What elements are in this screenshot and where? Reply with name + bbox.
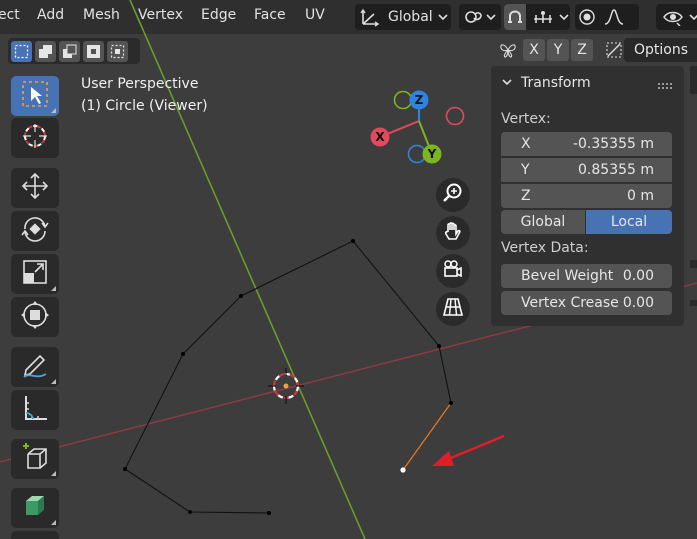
drag-grip-icon[interactable]	[658, 79, 672, 95]
3d-cursor-icon	[268, 368, 304, 404]
vertex-crease-field[interactable]: Vertex Crease 0.00	[501, 291, 672, 315]
zoom-button[interactable]	[436, 178, 470, 212]
measure-ruler-icon	[20, 393, 50, 427]
bevel-weight-value: 0.00	[622, 268, 654, 284]
gizmo-y-label: Y	[427, 147, 437, 161]
select-difference-icon[interactable]	[83, 40, 104, 62]
viewport-title: User Perspective	[81, 76, 199, 92]
mesh-symmetry-group: X Y Z	[497, 38, 625, 62]
extrude-region-icon	[20, 491, 50, 525]
vertex-section-label: Vertex:	[501, 111, 551, 127]
tool-measure[interactable]	[11, 390, 59, 430]
camera-view-button[interactable]	[436, 254, 470, 288]
vertex-z-field[interactable]: Z 0 m	[501, 184, 672, 208]
mirror-y-button[interactable]: Y	[547, 39, 569, 61]
vertex	[188, 510, 192, 514]
selected-vertex	[400, 467, 406, 473]
mirror-x-button[interactable]: X	[523, 39, 545, 61]
select-intersect-icon[interactable]	[107, 40, 128, 62]
chevron-down-icon	[501, 75, 513, 91]
tool-move[interactable]	[11, 168, 59, 208]
vertex	[437, 344, 441, 348]
cursor-icon	[20, 121, 50, 155]
panel-title: Transform	[521, 75, 591, 91]
tool-transform[interactable]	[11, 297, 59, 337]
vertex	[351, 239, 355, 243]
tool-select-box[interactable]	[11, 76, 59, 116]
mirror-z-button[interactable]: Z	[571, 39, 593, 61]
tool-add-cube[interactable]	[11, 439, 59, 479]
options-label: Options	[634, 42, 689, 58]
transform-icon	[20, 300, 50, 334]
mesh-vertices	[123, 239, 453, 515]
tool-scale[interactable]	[11, 254, 59, 294]
sidebar-tab[interactable]	[690, 260, 697, 268]
vertex-z-label: Z	[521, 188, 531, 204]
add-cube-icon	[20, 442, 50, 476]
select-extend-icon[interactable]	[35, 40, 56, 62]
gizmo-neg-x	[445, 106, 465, 126]
pan-hand-icon	[442, 220, 464, 246]
transform-panel: Transform Vertex: X -0.35355 m Y 0.85355…	[491, 66, 684, 326]
options-dropdown[interactable]: Options	[624, 38, 697, 62]
sidebar-tab[interactable]	[690, 66, 697, 94]
scale-icon	[20, 257, 50, 291]
vertex	[267, 511, 271, 515]
global-toggle-button[interactable]: Global	[501, 210, 585, 234]
sidebar-tab[interactable]	[690, 300, 697, 306]
viewport-subtitle: (1) Circle (Viewer)	[81, 98, 208, 114]
vertex-crease-value: 0.00	[622, 295, 654, 311]
pan-button[interactable]	[436, 216, 470, 250]
vertex-y-label: Y	[521, 162, 530, 178]
vertex-y-field[interactable]: Y 0.85355 m	[501, 158, 672, 182]
tool-next-partial[interactable]	[11, 531, 59, 539]
gizmo-x-label: X	[375, 130, 385, 144]
gizmo-neg-y	[393, 90, 413, 110]
bevel-weight-label: Bevel Weight	[521, 268, 614, 284]
tool-extrude[interactable]	[11, 488, 59, 528]
vertex	[239, 294, 243, 298]
select-subtract-icon[interactable]	[59, 40, 80, 62]
annotate-pencil-icon	[20, 350, 50, 384]
gizmo-z-label: Z	[415, 93, 424, 107]
vertex	[181, 352, 185, 356]
camera-icon	[442, 258, 464, 284]
annotation-arrow-icon	[432, 434, 505, 466]
navigation-gizmo: Z X Y	[370, 90, 465, 164]
select-box-icon	[20, 79, 50, 113]
vertex-x-label: X	[521, 136, 531, 152]
select-mode-group	[8, 38, 140, 64]
zoom-magnifier-icon	[442, 182, 464, 208]
vertex-z-value: 0 m	[627, 188, 654, 204]
perspective-grid-icon	[442, 296, 464, 322]
vertex	[123, 467, 127, 471]
select-new-icon[interactable]	[11, 40, 32, 62]
bevel-weight-field[interactable]: Bevel Weight 0.00	[501, 264, 672, 288]
butterfly-icon	[497, 39, 519, 61]
vertex	[449, 401, 453, 405]
vertex-y-value: 0.85355 m	[578, 162, 654, 178]
vertex-data-section-label: Vertex Data:	[501, 240, 589, 256]
vertex-x-value: -0.35355 m	[572, 136, 654, 152]
tool-rotate[interactable]	[11, 211, 59, 251]
vertex-x-field[interactable]: X -0.35355 m	[501, 132, 672, 156]
tool-cursor[interactable]	[11, 118, 59, 158]
auto-merge-icon[interactable]	[603, 39, 625, 61]
perspective-toggle-button[interactable]	[436, 292, 470, 326]
transform-panel-header[interactable]: Transform	[491, 66, 684, 100]
rotate-icon	[20, 214, 50, 248]
move-icon	[20, 171, 50, 205]
tool-annotate[interactable]	[11, 347, 59, 387]
vertex-crease-label: Vertex Crease	[521, 295, 619, 311]
local-toggle-button[interactable]: Local	[586, 210, 672, 234]
